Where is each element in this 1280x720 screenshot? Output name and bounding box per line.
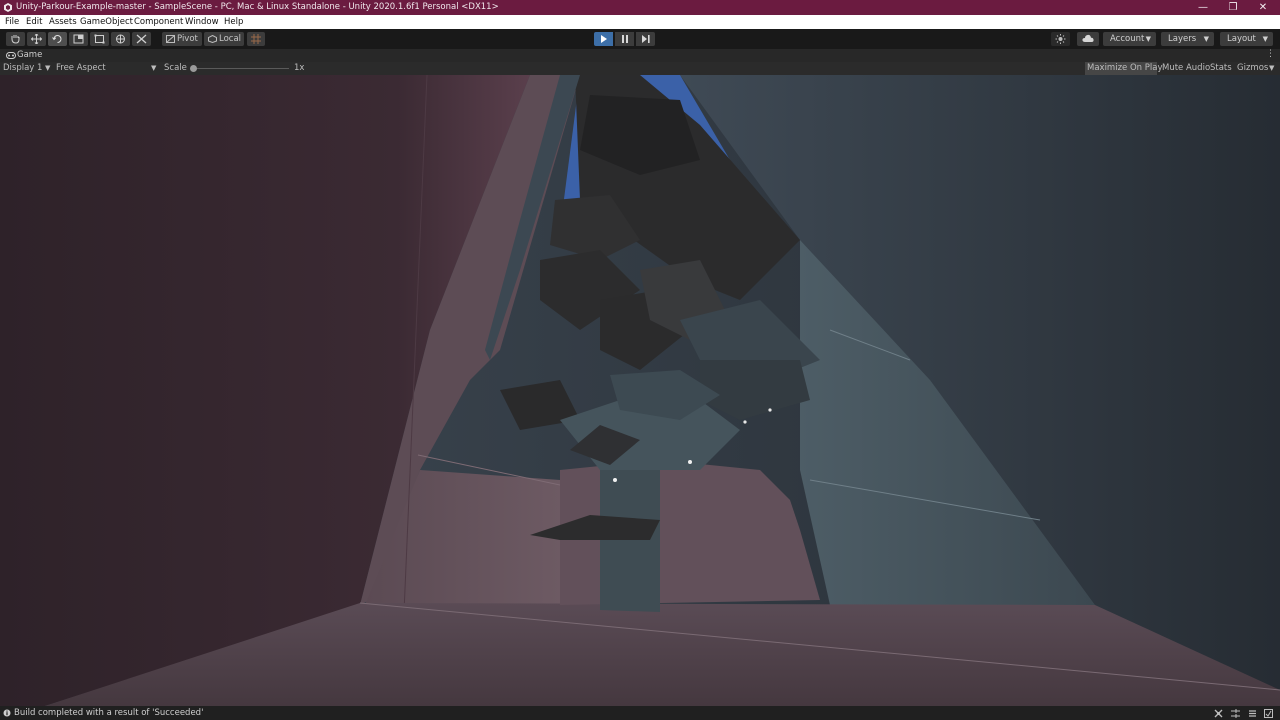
menu-edit[interactable]: Edit: [26, 17, 42, 27]
more-options-icon[interactable]: ⋮: [1266, 49, 1275, 59]
stats-toggle[interactable]: Stats: [1210, 62, 1232, 75]
scale-slider-track[interactable]: [191, 68, 289, 69]
layers-label: Layers: [1168, 34, 1197, 44]
pivot-icon: [166, 35, 175, 43]
move-tool-icon: [31, 34, 42, 44]
move-tool-button[interactable]: [27, 32, 46, 46]
local-icon: [208, 35, 217, 43]
rect-tool-button[interactable]: [90, 32, 109, 46]
services-button[interactable]: [1051, 32, 1070, 46]
pivot-toggle[interactable]: Pivot: [162, 32, 202, 46]
gamepad-icon: [6, 52, 16, 59]
cache-icon[interactable]: [1264, 709, 1273, 718]
pause-icon: [622, 35, 628, 43]
layers-dropdown[interactable]: Layers ▼: [1161, 32, 1214, 46]
menu-assets[interactable]: Assets: [49, 17, 77, 27]
display-label: Display 1: [3, 63, 43, 73]
gizmos-dropdown[interactable]: Gizmos ▼: [1237, 62, 1279, 75]
cloud-button[interactable]: [1077, 32, 1099, 46]
menu-bar: File Edit Assets GameObject Component Wi…: [0, 15, 1280, 29]
transform-tool-button[interactable]: [111, 32, 130, 46]
transform-tool-icon: [116, 34, 125, 44]
scale-slider-thumb[interactable]: [190, 65, 197, 72]
close-button[interactable]: ✕: [1248, 0, 1278, 15]
game-view-controls: Display 1 ▼ Free Aspect ▼ Scale 1x Maxim…: [0, 62, 1280, 75]
cloud-icon: [1082, 34, 1094, 42]
dropdown-arrow-icon: ▼: [1262, 35, 1268, 43]
step-icon: [642, 35, 650, 43]
pause-button[interactable]: [615, 32, 634, 46]
collab-icon[interactable]: [1231, 709, 1240, 718]
tab-bar: Game ⋮: [0, 49, 1280, 62]
grid-snap-icon: [251, 34, 261, 44]
game-viewport[interactable]: [0, 75, 1280, 706]
layout-label: Layout: [1227, 34, 1256, 44]
settings-icon[interactable]: [1214, 709, 1223, 718]
aspect-dropdown[interactable]: Free Aspect ▼: [56, 62, 159, 75]
maximize-on-play-toggle[interactable]: Maximize On Play: [1085, 62, 1162, 75]
window-titlebar: Unity-Parkour-Example-master - SampleSce…: [0, 0, 1280, 15]
menu-file[interactable]: File: [5, 17, 19, 27]
play-icon: [601, 35, 607, 43]
maximize-button[interactable]: ❐: [1218, 0, 1248, 15]
minimize-button[interactable]: —: [1188, 0, 1218, 15]
rotate-tool-button[interactable]: [48, 32, 67, 46]
local-label: Local: [219, 34, 242, 44]
hand-tool-button[interactable]: [6, 32, 25, 46]
layout-dropdown[interactable]: Layout ▼: [1220, 32, 1273, 46]
gizmos-label: Gizmos: [1237, 63, 1269, 73]
mute-audio-toggle[interactable]: Mute Audio: [1162, 62, 1210, 75]
scene-render: [0, 75, 1280, 706]
account-label: Account: [1110, 34, 1145, 44]
menu-gameobject[interactable]: GameObject: [80, 17, 133, 27]
play-button[interactable]: [594, 32, 613, 46]
dropdown-arrow-icon: ▼: [1145, 35, 1151, 43]
account-dropdown[interactable]: Account ▼: [1103, 32, 1156, 46]
menu-component[interactable]: Component: [134, 17, 183, 27]
sun-icon: [1055, 34, 1066, 44]
menu-help[interactable]: Help: [224, 17, 243, 27]
scale-value: 1x: [294, 63, 305, 73]
hand-tool-icon: [11, 35, 20, 44]
dropdown-arrow-icon: ▼: [45, 64, 51, 72]
main-toolbar: Pivot Local Account ▼ Layers ▼ Layout ▼: [0, 29, 1280, 49]
custom-tool-button[interactable]: [132, 32, 151, 46]
rect-tool-icon: [94, 34, 105, 44]
pivot-label: Pivot: [177, 34, 198, 44]
step-button[interactable]: [636, 32, 655, 46]
aspect-label: Free Aspect: [56, 63, 106, 73]
maximize-on-play-label: Maximize On Play: [1087, 63, 1163, 73]
rotate-tool-icon: [52, 35, 62, 43]
info-icon: [3, 709, 11, 717]
menu-window[interactable]: Window: [185, 17, 219, 27]
tab-game-label: Game: [17, 50, 43, 60]
status-message: Build completed with a result of 'Succee…: [14, 708, 204, 718]
custom-tool-icon: [136, 34, 147, 44]
scale-tool-button[interactable]: [69, 32, 88, 46]
dropdown-arrow-icon: ▼: [151, 64, 157, 72]
window-title: Unity-Parkour-Example-master - SampleSce…: [16, 2, 499, 12]
unity-logo-icon: [4, 3, 12, 12]
grid-snap-button[interactable]: [247, 32, 265, 46]
local-toggle[interactable]: Local: [204, 32, 244, 46]
scale-label: Scale: [164, 63, 187, 73]
status-bar: Build completed with a result of 'Succee…: [0, 706, 1280, 720]
dropdown-arrow-icon: ▼: [1269, 64, 1275, 72]
scale-tool-icon: [73, 34, 84, 44]
display-dropdown[interactable]: Display 1 ▼: [3, 62, 52, 75]
progress-icon[interactable]: [1248, 709, 1257, 718]
dropdown-arrow-icon: ▼: [1203, 35, 1209, 43]
